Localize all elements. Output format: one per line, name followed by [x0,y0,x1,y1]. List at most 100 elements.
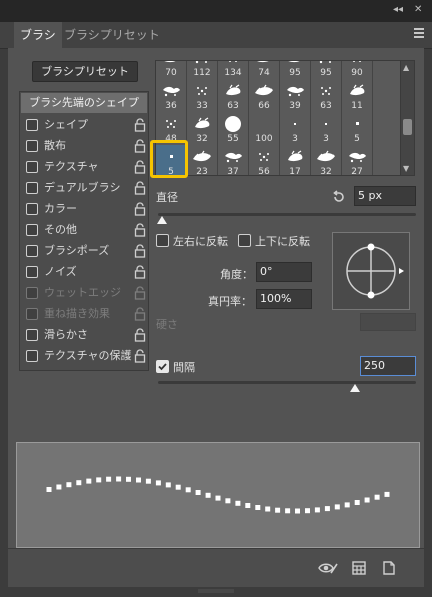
lock-icon[interactable] [134,223,146,237]
tab-brush[interactable]: ブラシ [14,22,62,48]
brush-tip-cell[interactable]: 66 [249,79,280,114]
option-protect-texture[interactable]: テクスチャの保護 [24,346,146,366]
brush-tip-grid[interactable]: 70 112 134 74 95 95 90 36 33 63 66 39 63 11 48 32 55 100 3… [155,60,403,176]
lock-icon[interactable] [134,349,146,363]
eye-brush-icon[interactable] [318,561,338,575]
size-slider-track[interactable] [158,213,416,216]
spacing-checkbox[interactable] [156,360,169,373]
panel-menu-icon[interactable] [414,28,424,40]
option-texture[interactable]: テクスチャ [24,157,146,177]
brush-tip-cell[interactable]: 56 [249,145,280,175]
angle-input[interactable]: 0° [256,262,312,282]
lock-icon[interactable] [134,202,146,216]
preview-dot [145,478,151,484]
spacing-slider-thumb[interactable] [350,384,360,392]
brush-tip-cell[interactable]: 63 [218,79,249,114]
option-brush-pose[interactable]: ブラシポーズ [24,241,146,261]
brush-tip-cell[interactable]: 32 [311,145,342,175]
checkbox[interactable] [26,119,38,131]
brush-tip-cell[interactable]: 90 [342,61,373,81]
brush-tip-cell[interactable]: 134 [218,61,249,81]
scroll-down-icon[interactable]: ▼ [403,164,409,173]
grid-panel-icon[interactable] [352,561,366,575]
option-shape-dynamics[interactable]: シェイプ [24,115,146,135]
spacing-input[interactable]: 250 [360,356,416,376]
spacing-slider-track[interactable] [158,381,416,384]
brush-tip-icon [222,148,244,166]
preview-dot [195,490,201,495]
brush-tip-size: 5 [354,134,360,144]
lock-icon[interactable] [134,160,146,174]
brush-tip-cell[interactable]: 23 [187,145,218,175]
checkbox[interactable] [26,182,38,194]
scroll-up-icon[interactable]: ▲ [403,63,409,72]
brush-tip-cell[interactable]: 112 [187,61,218,81]
brush-tip-icon [222,61,244,67]
brush-tip-shape-item[interactable]: ブラシ先端のシェイプ [21,93,147,113]
angle-roundness-widget[interactable] [332,232,410,310]
size-slider-thumb[interactable] [157,216,167,224]
lock-icon[interactable] [134,244,146,258]
brush-tip-cell[interactable]: 74 [249,61,280,81]
angle-circle-icon[interactable] [333,233,409,309]
brush-tip-cell[interactable]: 17 [280,145,311,175]
collapse-icon[interactable]: ◂◂ [393,4,403,15]
brush-tip-cell[interactable]: 11 [342,79,373,114]
brush-tip-cell[interactable]: 27 [342,145,373,175]
brush-tip-cell[interactable] [373,112,402,147]
lock-icon[interactable] [134,118,146,132]
preview-dot [116,476,122,482]
preview-dot [185,487,191,493]
brush-tip-cell[interactable]: 32 [187,112,218,147]
option-smoothing[interactable]: 滑らかさ [24,325,146,345]
resize-grip[interactable] [196,584,236,593]
checkbox[interactable] [26,245,38,257]
option-color-dynamics[interactable]: カラー [24,199,146,219]
preview-dot [155,480,161,486]
brush-tip-cell[interactable] [373,145,402,175]
brush-tip-cell[interactable]: 36 [156,79,187,114]
brush-tip-cell[interactable]: 63 [311,79,342,114]
brush-tip-size: 95 [320,68,332,78]
checkbox[interactable] [26,350,38,362]
checkbox[interactable] [26,266,38,278]
checkbox[interactable] [26,203,38,215]
brush-tip-icon [191,82,213,100]
brush-tip-cell[interactable]: 55 [218,112,249,147]
reset-size-icon[interactable] [332,190,346,204]
option-noise[interactable]: ノイズ [24,262,146,282]
brush-tip-cell[interactable]: 95 [311,61,342,81]
checkbox[interactable] [26,224,38,236]
scroll-thumb[interactable] [403,119,412,135]
lock-icon[interactable] [134,265,146,279]
lock-icon[interactable] [134,328,146,342]
lock-icon[interactable] [134,139,146,153]
brush-tip-cell[interactable]: 37 [218,145,249,175]
brush-tip-cell[interactable]: 3 [280,112,311,147]
checkbox[interactable] [26,140,38,152]
brush-tip-cell[interactable]: 100 [249,112,280,147]
brush-tip-cell[interactable]: 95 [280,61,311,81]
option-dual-brush[interactable]: デュアルブラシ [24,178,146,198]
brush-tip-cell[interactable]: 70 [156,61,187,81]
checkbox[interactable] [26,329,38,341]
size-input[interactable]: 5 px [354,186,416,206]
brush-preset-button[interactable]: ブラシプリセット [32,61,138,82]
close-icon[interactable]: ✕ [414,4,422,15]
option-scattering[interactable]: 散布 [24,136,146,156]
tab-brush-presets[interactable]: ブラシプリセット [58,22,166,48]
flip-x-checkbox[interactable] [156,234,169,247]
brush-tip-cell[interactable] [373,79,402,114]
brush-tip-cell[interactable]: 5 [342,112,373,147]
lock-icon[interactable] [134,181,146,195]
brush-grid-scrollbar[interactable]: ▲ ▼ [400,60,415,176]
option-transfer[interactable]: その他 [24,220,146,240]
flip-y-checkbox[interactable] [238,234,251,247]
checkbox[interactable] [26,161,38,173]
brush-tip-cell[interactable]: 3 [311,112,342,147]
brush-tip-cell[interactable]: 33 [187,79,218,114]
new-brush-icon[interactable] [382,561,396,575]
roundness-input[interactable]: 100% [256,289,312,309]
brush-tip-cell[interactable]: 39 [280,79,311,114]
brush-tip-cell[interactable] [373,61,402,81]
